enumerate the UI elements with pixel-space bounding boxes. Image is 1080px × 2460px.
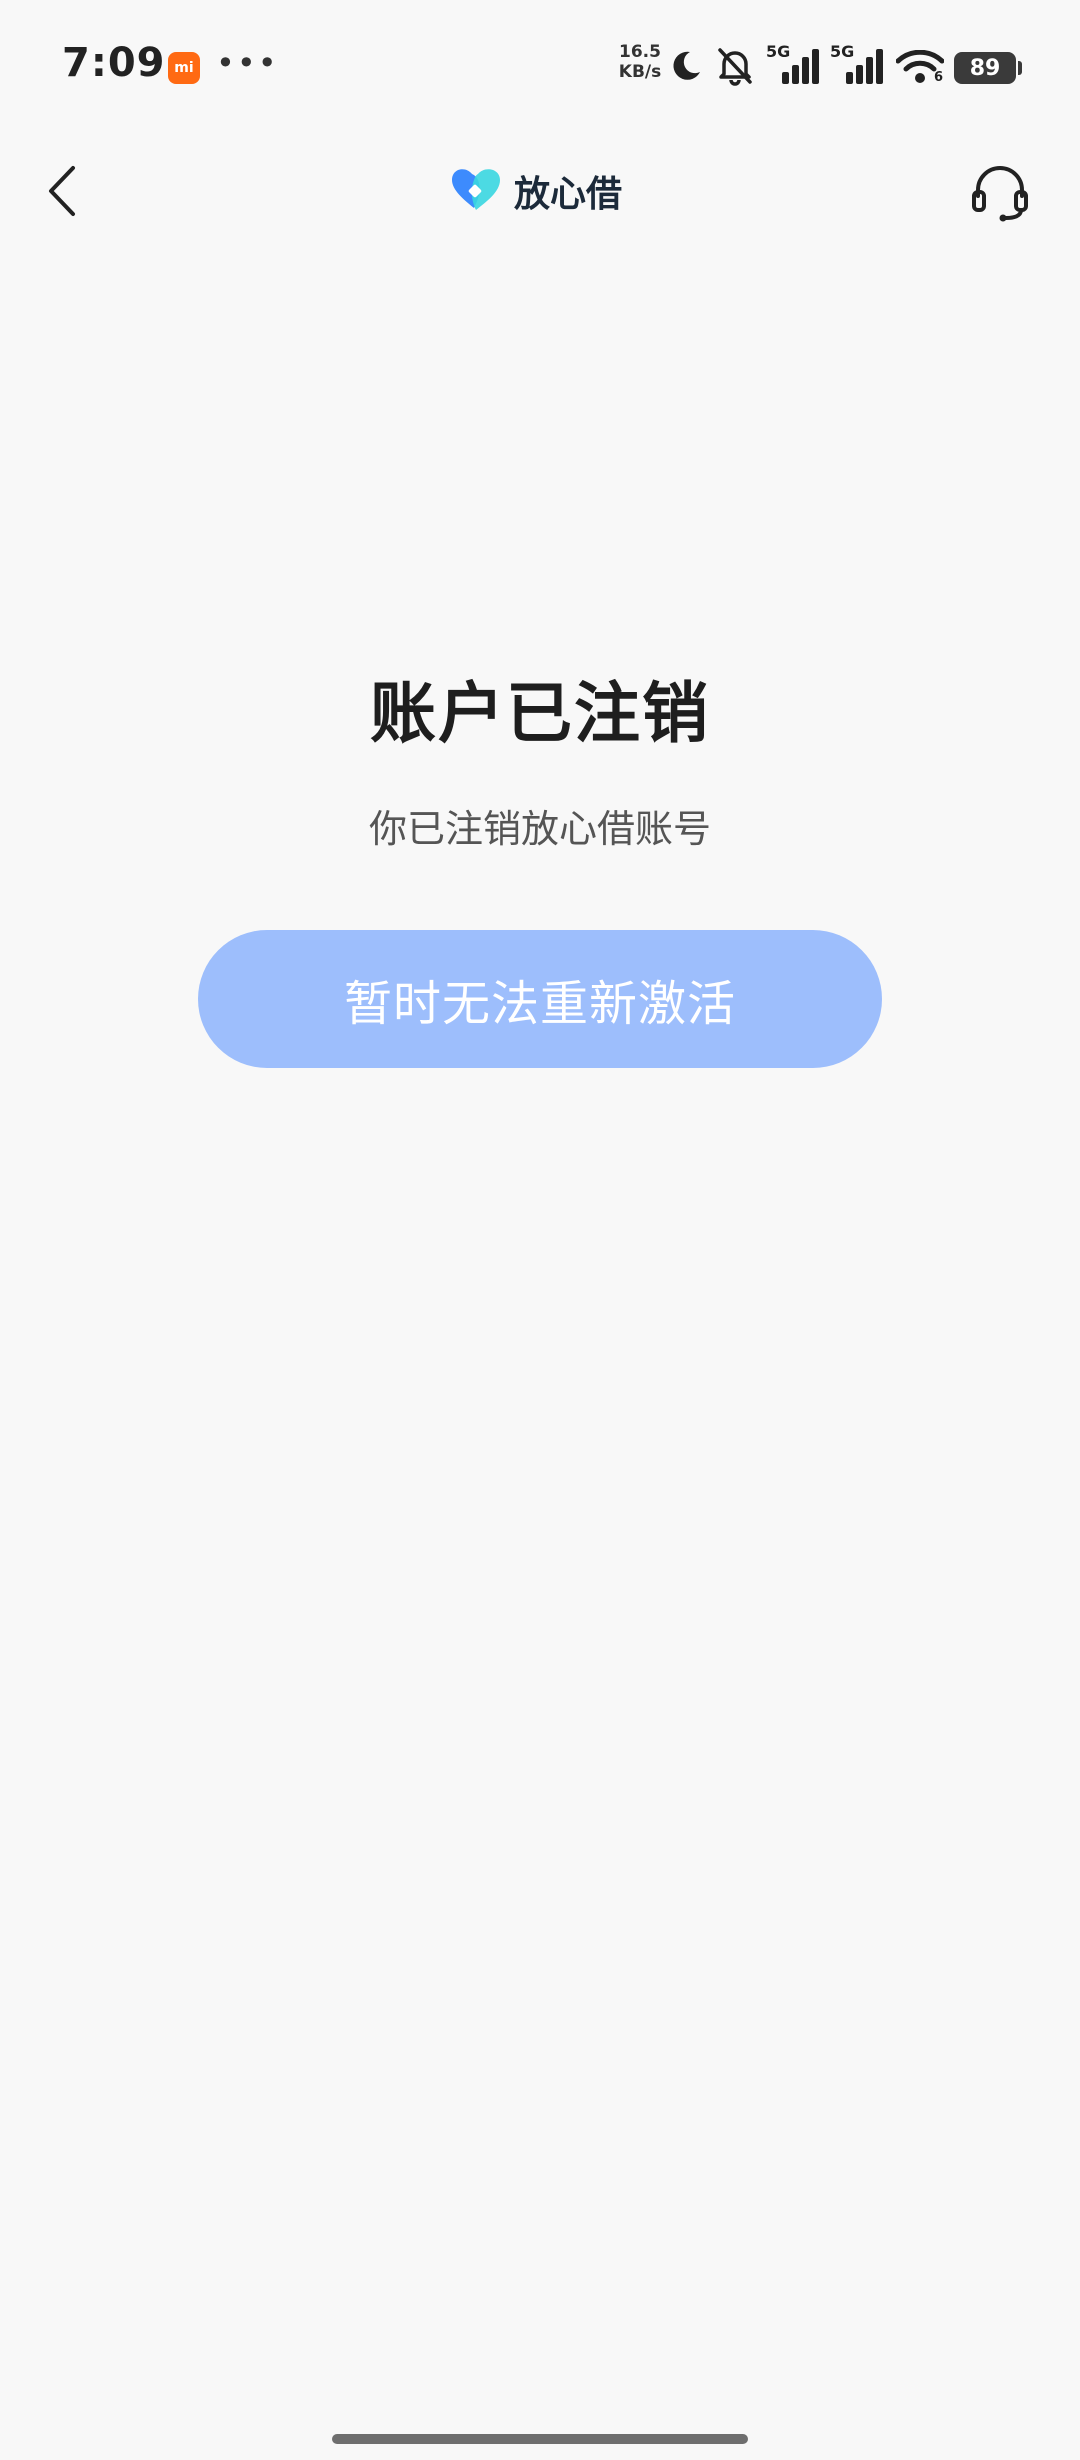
customer-service-button[interactable] — [962, 160, 1038, 226]
brand-name: 放心借 — [514, 174, 623, 215]
page-title: 账户已注销 — [370, 675, 710, 752]
home-indicator[interactable] — [332, 2434, 748, 2444]
network-speed: 16.5 KB/s — [616, 42, 664, 82]
do-not-disturb-moon-icon — [673, 51, 700, 80]
sim1-signal-icon — [782, 49, 819, 84]
wifi-band-label: 6 — [934, 70, 944, 85]
brand-logo: 放心借 — [448, 164, 622, 218]
mi-notification-icon: mi — [168, 52, 200, 84]
headset-icon — [972, 166, 1028, 222]
page-subtitle: 你已注销放心借账号 — [368, 807, 711, 851]
back-button[interactable] — [30, 156, 94, 226]
chevron-left-icon — [49, 166, 75, 216]
fangxinjie-logo-icon — [452, 169, 500, 210]
nav-bar: 放心借 — [0, 136, 1080, 246]
reactivate-button[interactable]: 暂时无法重新激活 — [198, 930, 882, 1068]
battery-indicator: 89 — [954, 52, 1016, 84]
sim2-signal-icon — [846, 49, 883, 84]
network-speed-unit: KB/s — [618, 62, 662, 82]
network-speed-value: 16.5 — [619, 42, 661, 62]
status-time: 7:09 — [62, 40, 166, 86]
muted-bell-icon — [718, 48, 752, 86]
status-bar: 7:09 mi ••• 16.5 KB/s 5G 5G 6 89 — [0, 0, 1080, 136]
battery-cap — [1018, 61, 1022, 75]
more-notifications-icon: ••• — [216, 44, 279, 82]
